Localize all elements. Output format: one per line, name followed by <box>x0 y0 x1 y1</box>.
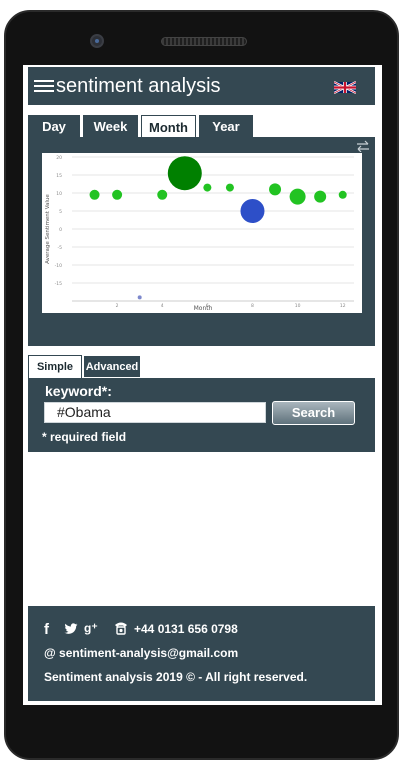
y-tick-label: 20 <box>56 155 62 161</box>
tab-day[interactable]: Day <box>28 115 80 138</box>
app-title: sentiment analysis <box>56 75 221 97</box>
data-point <box>269 183 282 196</box>
facebook-icon[interactable]: f <box>44 621 49 638</box>
x-tick-label: 10 <box>295 303 301 309</box>
keyword-label: keyword*: <box>45 383 112 399</box>
footer-phone[interactable]: +44 0131 656 0798 <box>134 622 238 636</box>
app-screen: sentiment analysis Day Week Month Year 2… <box>23 65 382 705</box>
required-field-note: * required field <box>42 430 127 444</box>
data-point <box>289 188 306 205</box>
chart-panel: 20 15 10 5 0 -5 -10 -15 2 4 6 8 10 12 Month Average Sen… <box>28 137 375 346</box>
x-tick-label: 8 <box>251 303 254 309</box>
footer: f g⁺ +44 0131 656 0798 @ sentiment-analy… <box>28 606 375 701</box>
y-tick-label: 10 <box>56 191 62 197</box>
swap-arrows-icon[interactable] <box>356 140 370 152</box>
y-tick-label: -10 <box>55 263 62 269</box>
tab-advanced[interactable]: Advanced <box>83 355 141 378</box>
tab-month[interactable]: Month <box>141 115 196 138</box>
data-point <box>157 189 168 200</box>
google-plus-icon[interactable]: g⁺ <box>84 621 98 635</box>
y-tick-label: -5 <box>58 245 63 251</box>
sentiment-chart: 20151050-5-10-152 4 6 8 10 12MonthAverage Sen… <box>45 155 354 312</box>
y-tick-label: 15 <box>56 173 62 179</box>
x-axis-label: Month <box>194 305 213 312</box>
twitter-icon[interactable] <box>64 623 78 635</box>
data-point <box>89 189 100 200</box>
data-point <box>240 199 265 223</box>
x-tick-label: 4 <box>161 303 164 309</box>
x-tick-label: 2 <box>116 303 119 309</box>
search-button[interactable]: Search <box>272 401 355 425</box>
speaker-grille <box>161 37 247 46</box>
data-point <box>203 183 212 192</box>
chart-area: 20 15 10 5 0 -5 -10 -15 2 4 6 8 10 12 Month Average Sen… <box>42 153 362 313</box>
footer-email[interactable]: @ sentiment-analysis@gmail.com <box>44 646 238 660</box>
x-tick-label: 12 <box>340 303 346 309</box>
search-panel: keyword*: #Obama Search * required field <box>28 378 375 452</box>
y-tick-label: 0 <box>59 227 62 233</box>
tab-simple[interactable]: Simple <box>28 355 82 378</box>
data-point <box>314 190 327 203</box>
y-tick-label: 5 <box>59 209 62 215</box>
camera-icon <box>90 34 104 48</box>
hamburger-menu-icon[interactable] <box>34 80 54 93</box>
y-tick-label: -15 <box>55 281 62 287</box>
keyword-input[interactable]: #Obama <box>44 402 266 423</box>
footer-copyright: Sentiment analysis 2019 © - All right re… <box>44 670 308 684</box>
tab-week[interactable]: Week <box>83 115 138 138</box>
y-axis-label: Average Sentiment Value <box>45 194 51 264</box>
data-point <box>112 189 123 200</box>
data-point <box>137 295 142 300</box>
tab-year[interactable]: Year <box>199 115 253 138</box>
data-point <box>167 156 202 191</box>
app-header: sentiment analysis <box>28 67 375 105</box>
data-point <box>225 183 234 192</box>
uk-flag-icon[interactable] <box>334 81 356 94</box>
telephone-icon <box>115 622 127 635</box>
data-point <box>338 190 347 199</box>
